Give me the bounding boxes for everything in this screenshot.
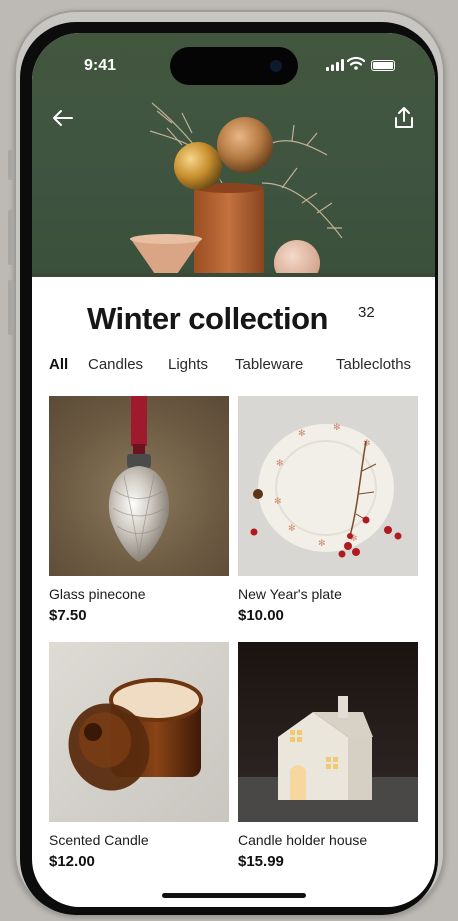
app-screen: 9:41 Winter collection 32 All Candles Li… [32, 33, 435, 907]
svg-text:✻: ✻ [333, 423, 341, 433]
tab-candles[interactable]: Candles [88, 356, 143, 373]
svg-text:✻: ✻ [318, 539, 326, 549]
collection-header: Winter collection 32 [32, 301, 435, 341]
camera-icon [270, 60, 282, 72]
glass-pinecone-ornament-image [108, 396, 170, 562]
tab-all[interactable]: All [49, 356, 68, 373]
page-title: Winter collection [87, 301, 328, 336]
item-count-badge: 32 [358, 304, 375, 321]
hero-image: 9:41 [32, 33, 435, 277]
category-tabs: All Candles Lights Tableware Tablecloths [49, 356, 435, 380]
product-name: Candle holder house [238, 832, 368, 848]
tab-tableware[interactable]: Tableware [235, 356, 303, 373]
product-price: $15.99 [238, 853, 284, 870]
product-card-candle-holder-house[interactable]: Candle holder house $15.99 [238, 642, 418, 870]
phone-side-button [8, 210, 14, 265]
product-price: $12.00 [49, 853, 95, 870]
product-name: Glass pinecone [49, 586, 146, 602]
battery-icon [371, 60, 395, 71]
product-image [238, 642, 418, 822]
svg-text:✻: ✻ [276, 459, 284, 469]
share-icon [395, 107, 413, 128]
new-years-plate-image: ✻✻✻ ✻✻✻ ✻ ✻ [250, 423, 402, 558]
product-price: $10.00 [238, 607, 284, 624]
product-image: ✻ ✻ ✻ ✻ ✻ ✻ ✻ ✻ [238, 396, 418, 576]
product-card-glass-pinecone[interactable]: Glass pinecone $7.50 [49, 396, 229, 624]
svg-text:✻: ✻ [288, 524, 296, 534]
wifi-icon [347, 56, 365, 70]
share-button[interactable] [389, 103, 419, 133]
dynamic-island [170, 47, 298, 85]
svg-text:✻: ✻ [274, 497, 282, 507]
scented-candle-image [68, 678, 203, 791]
svg-text:✻: ✻ [363, 439, 371, 449]
arrow-left-icon [53, 110, 73, 126]
tab-lights[interactable]: Lights [168, 356, 208, 373]
product-price: $7.50 [49, 607, 87, 624]
candle-holder-house-image [238, 696, 418, 822]
phone-side-button [8, 150, 14, 180]
product-image [49, 642, 229, 822]
status-time: 9:41 [84, 57, 117, 74]
product-name: New Year's plate [238, 586, 342, 602]
product-name: Scented Candle [49, 832, 149, 848]
status-bar: 9:41 [32, 33, 435, 93]
product-card-new-years-plate[interactable]: ✻ ✻ ✻ ✻ ✻ ✻ ✻ ✻ New Year's plate $10.00 [238, 396, 418, 624]
home-indicator[interactable] [162, 893, 306, 898]
svg-text:✻: ✻ [298, 429, 306, 439]
product-image [49, 396, 229, 576]
product-card-scented-candle[interactable]: Scented Candle $12.00 [49, 642, 229, 870]
cellular-signal-icon [326, 59, 344, 71]
tab-tablecloths[interactable]: Tablecloths [336, 356, 411, 373]
back-button[interactable] [48, 103, 78, 133]
phone-side-button [8, 280, 14, 335]
